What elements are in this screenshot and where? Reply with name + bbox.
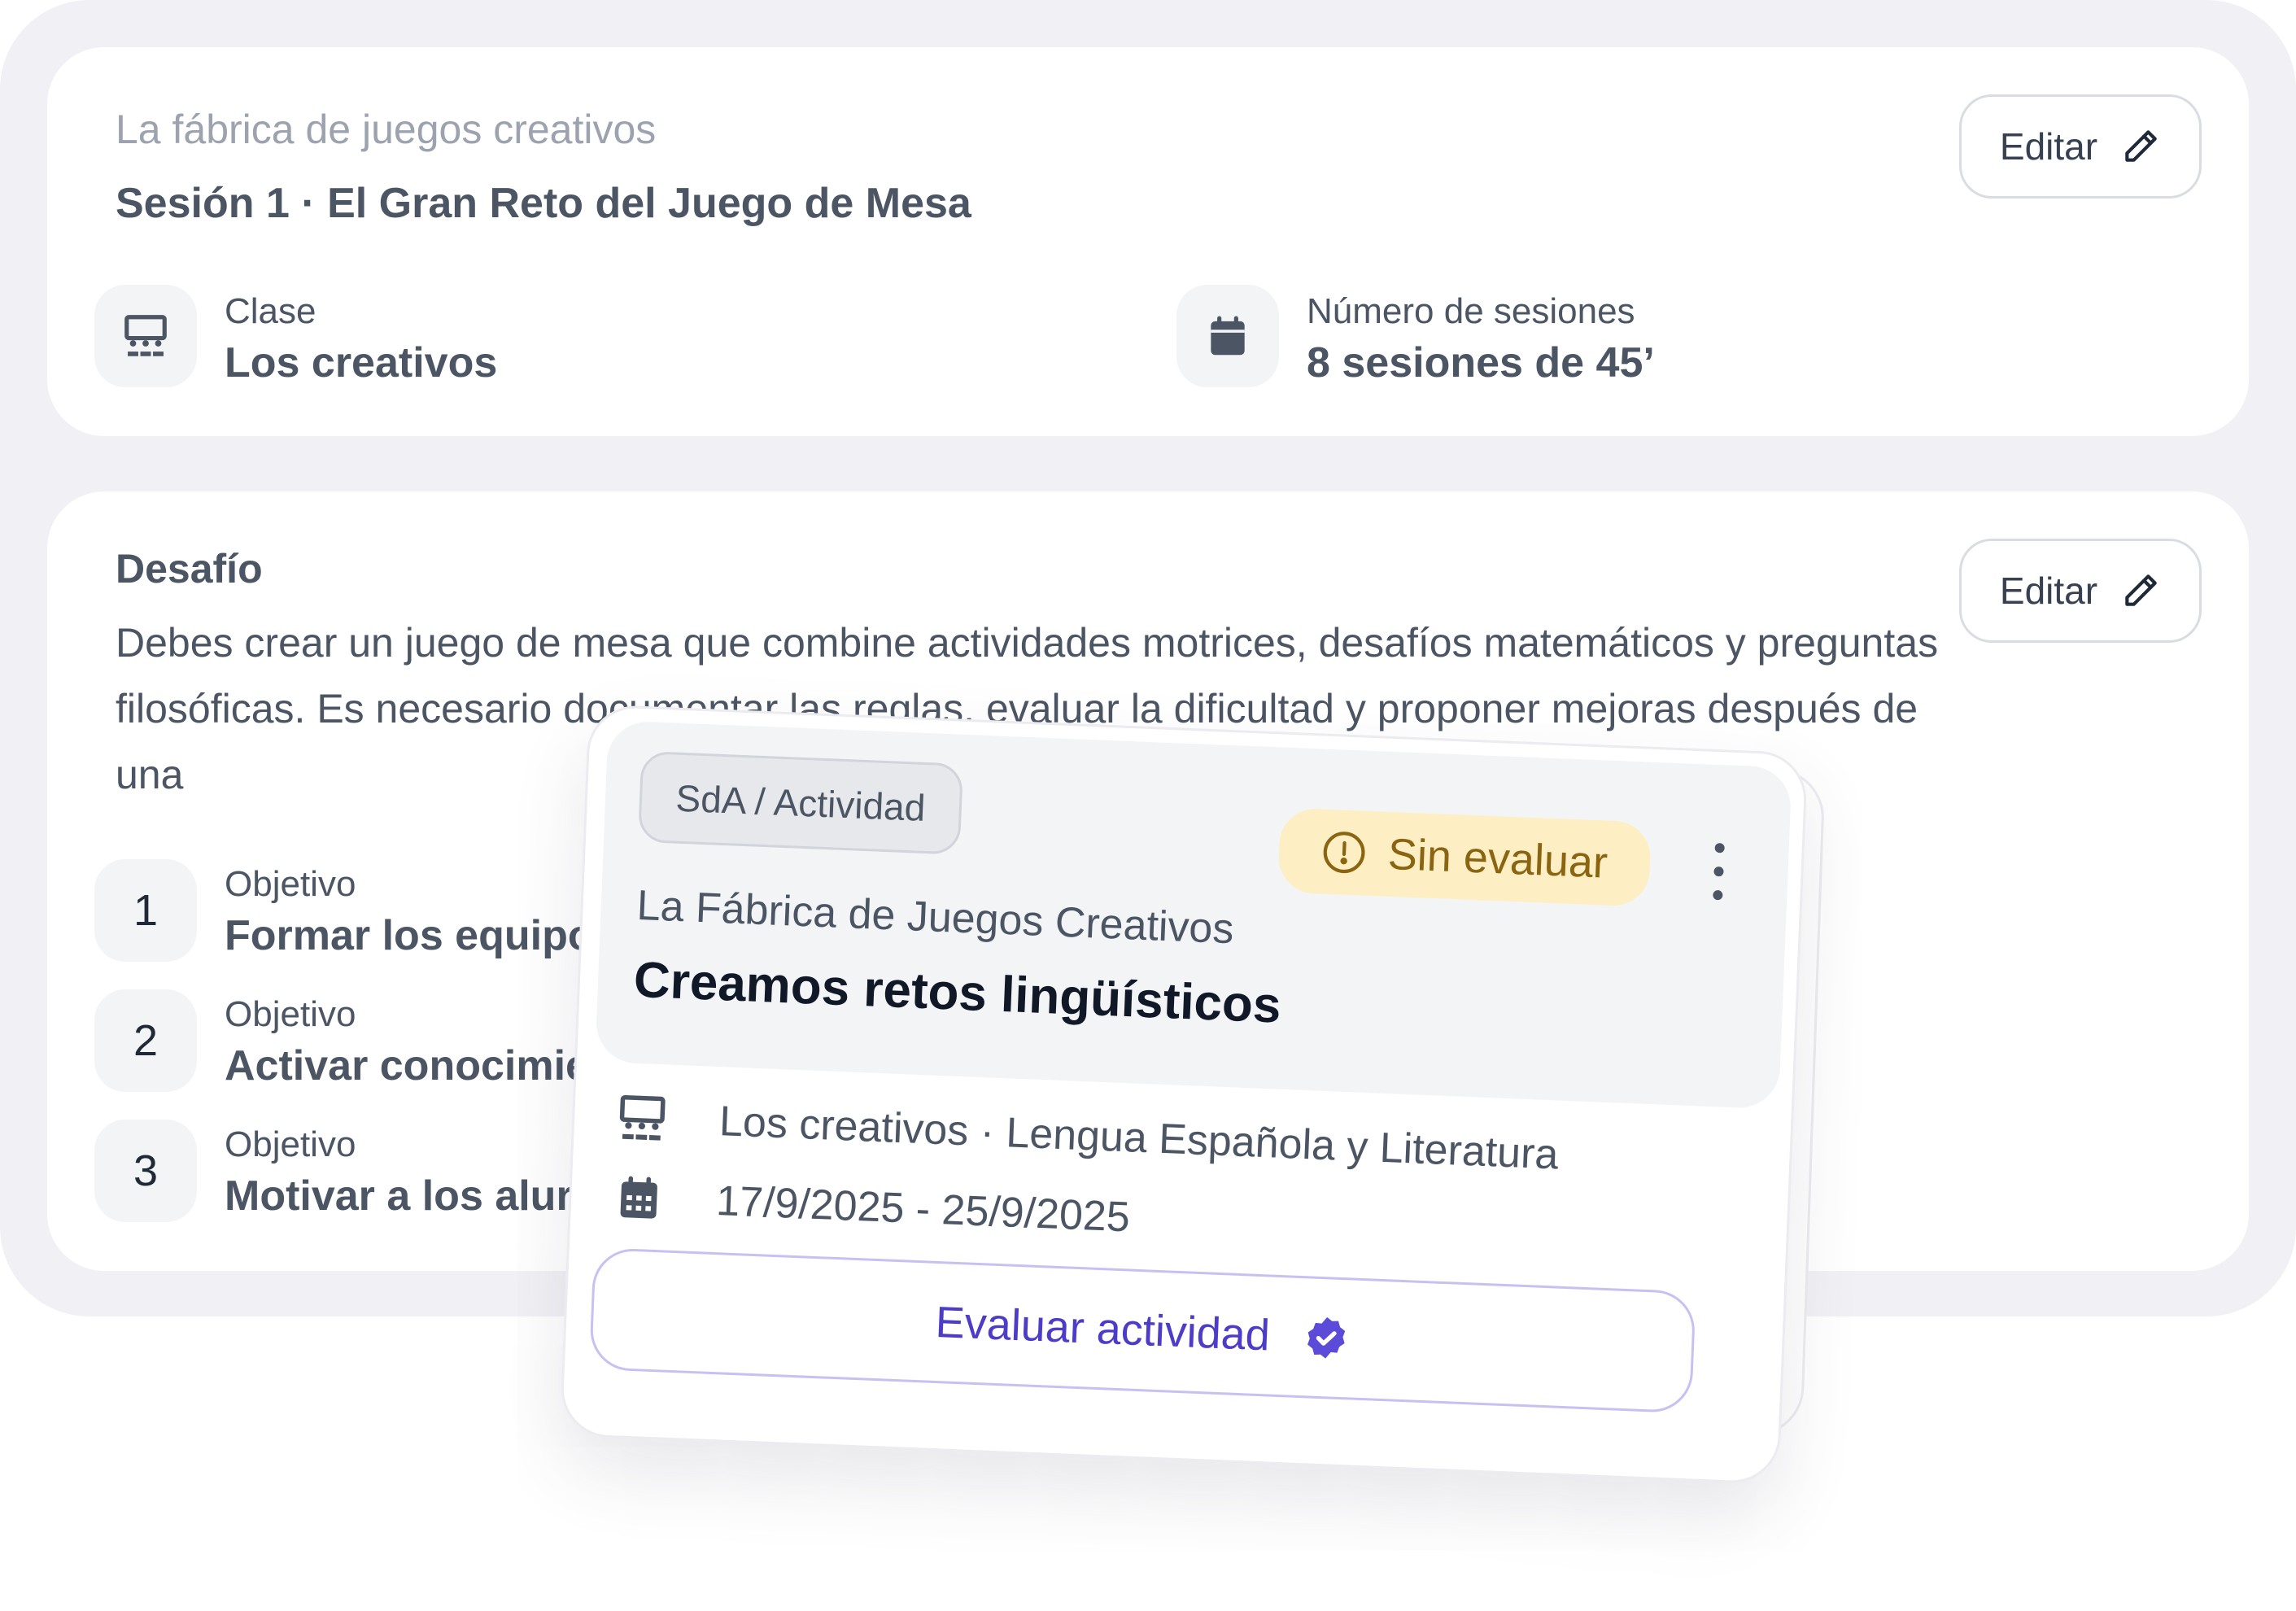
class-label: Clase (225, 291, 316, 331)
edit-challenge-button[interactable]: Editar (1959, 539, 2202, 643)
status-badge: Sin evaluar (1277, 807, 1652, 907)
evaluate-label: Evaluar actividad (934, 1298, 1272, 1360)
challenge-title: Desafío (116, 546, 263, 592)
pencil-icon (2125, 574, 2157, 606)
sessions-value: 8 sesiones de 45’ (1307, 339, 1655, 386)
objective-number: 2 (94, 989, 197, 1092)
activity-dates-row: 17/9/2025 - 25/9/2025 (611, 1170, 1131, 1245)
classroom-icon (94, 285, 197, 387)
activity-card-header: SdA / Actividad Sin evaluar La Fábrica d… (595, 720, 1792, 1110)
activity-type-tag: SdA / Actividad (637, 750, 964, 855)
project-title: La fábrica de juegos creativos (116, 107, 657, 152)
class-value: Los creativos (225, 339, 498, 386)
activity-class-row: Los creativos · Lengua Española y Litera… (614, 1090, 1560, 1181)
objective-text: Motivar a los alur (225, 1172, 573, 1220)
objective-label: Objetivo (225, 994, 356, 1034)
session-card: La fábrica de juegos creativos Sesión 1 … (47, 47, 2249, 436)
objective-label: Objetivo (225, 864, 356, 904)
pencil-icon (2125, 130, 2157, 162)
kebab-menu-icon[interactable] (1705, 842, 1732, 901)
classroom-icon (619, 1094, 666, 1141)
edit-session-button[interactable]: Editar (1959, 94, 2202, 199)
sessions-label: Número de sesiones (1307, 291, 1635, 331)
activity-title: Creamos retos lingüísticos (632, 951, 1282, 1034)
calendar-icon (1176, 285, 1279, 387)
objective-text: Activar conocimie (225, 1042, 589, 1089)
page: La fábrica de juegos creativos Sesión 1 … (0, 0, 2296, 1611)
objective-label: Objetivo (225, 1124, 356, 1164)
verified-badge-icon (1307, 1316, 1345, 1359)
evaluate-activity-button[interactable]: Evaluar actividad (588, 1247, 1696, 1414)
objective-text: Formar los equipo (225, 912, 594, 959)
status-label: Sin evaluar (1386, 829, 1609, 888)
activity-project: La Fábrica de Juegos Creativos (635, 881, 1235, 954)
alert-circle-icon (1323, 832, 1365, 874)
objective-number: 3 (94, 1120, 197, 1222)
calendar-icon (620, 1176, 657, 1219)
activity-dates: 17/9/2025 - 25/9/2025 (715, 1177, 1131, 1242)
edit-button-label: Editar (1999, 125, 2098, 168)
session-title: Sesión 1 · El Gran Reto del Juego de Mes… (116, 180, 971, 227)
objective-number: 1 (94, 859, 197, 962)
activity-class-subject: Los creativos · Lengua Española y Litera… (718, 1098, 1560, 1179)
activity-card[interactable]: SdA / Actividad Sin evaluar La Fábrica d… (559, 704, 1809, 1485)
edit-button-label: Editar (1999, 570, 2098, 612)
